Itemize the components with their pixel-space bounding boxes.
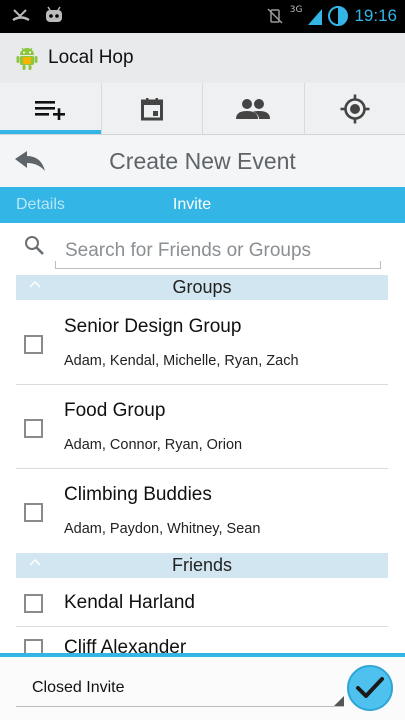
tab-location[interactable] [305, 83, 405, 134]
add-list-icon [35, 100, 66, 120]
tab-create-event[interactable] [0, 83, 102, 134]
signal-strength-icon [308, 9, 323, 25]
bottom-bar: Closed Invite [0, 653, 405, 720]
group-item[interactable]: Food Group Adam, Connor, Ryan, Orion [16, 385, 388, 469]
tab-calendar[interactable] [102, 83, 203, 134]
tab-friends[interactable] [203, 83, 305, 134]
friend-name: Kendal Harland [64, 592, 195, 613]
section-header-groups[interactable]: Groups [16, 275, 388, 300]
back-arrow-icon [15, 151, 45, 171]
friend-name: Cliff Alexander [64, 637, 187, 653]
network-type-label: 3G [289, 5, 303, 15]
android-notification-icon [46, 6, 62, 22]
invite-list[interactable]: Groups Senior Design Group Adam, Kendal,… [0, 275, 405, 653]
group-item[interactable]: Senior Design Group Adam, Kendal, Michel… [16, 301, 388, 385]
group-checkbox[interactable] [24, 419, 43, 438]
friend-item[interactable]: Cliff Alexander [16, 627, 388, 653]
search-underline-right [380, 261, 381, 269]
group-checkbox[interactable] [24, 335, 43, 354]
spinner-arrow-icon [334, 696, 344, 706]
search-underline-left [55, 261, 56, 269]
battery-icon [328, 6, 349, 26]
group-name: Climbing Buddies [64, 484, 212, 505]
action-bar: Local Hop [0, 33, 405, 83]
tab-bar [0, 83, 405, 135]
step-indicator: Details Invite [0, 187, 405, 223]
search-icon [25, 236, 44, 255]
invite-type-spinner[interactable]: Closed Invite [16, 669, 344, 707]
group-name: Senior Design Group [64, 316, 242, 337]
invite-type-value: Closed Invite [32, 679, 125, 696]
app-title: Local Hop [48, 47, 134, 68]
status-bar: 3G 19:16 [0, 0, 405, 33]
collapse-caret-icon [29, 280, 41, 288]
friend-checkbox[interactable] [24, 639, 43, 653]
group-members: Adam, Paydon, Whitney, Sean [64, 521, 261, 537]
back-button[interactable] [0, 135, 60, 187]
location-target-icon [340, 94, 370, 123]
section-header-friends[interactable]: Friends [16, 553, 388, 578]
collapse-caret-icon [29, 558, 41, 566]
group-name: Food Group [64, 400, 166, 421]
page-title: Create New Event [109, 147, 296, 174]
group-members: Adam, Kendal, Michelle, Ryan, Zach [64, 353, 299, 369]
status-time: 19:16 [354, 6, 397, 25]
step-details[interactable]: Details [16, 196, 65, 214]
group-members: Adam, Connor, Ryan, Orion [64, 437, 243, 453]
friend-item[interactable]: Kendal Harland [16, 582, 388, 627]
section-label: Friends [171, 555, 233, 575]
calendar-icon [140, 97, 163, 120]
group-item[interactable]: Climbing Buddies Adam, Paydon, Whitney, … [16, 469, 388, 553]
vibrate-off-icon [267, 8, 283, 24]
search-bar [0, 223, 405, 275]
sub-header: Create New Event [0, 135, 405, 187]
missed-call-icon [12, 9, 30, 22]
step-invite[interactable]: Invite [173, 196, 211, 214]
friend-checkbox[interactable] [24, 594, 43, 613]
search-input[interactable] [55, 233, 381, 269]
section-label: Groups [172, 277, 232, 297]
checkmark-icon [356, 677, 384, 698]
android-robot-icon[interactable] [14, 45, 40, 71]
group-checkbox[interactable] [24, 503, 43, 522]
people-icon [236, 98, 271, 119]
confirm-button[interactable] [347, 665, 393, 711]
